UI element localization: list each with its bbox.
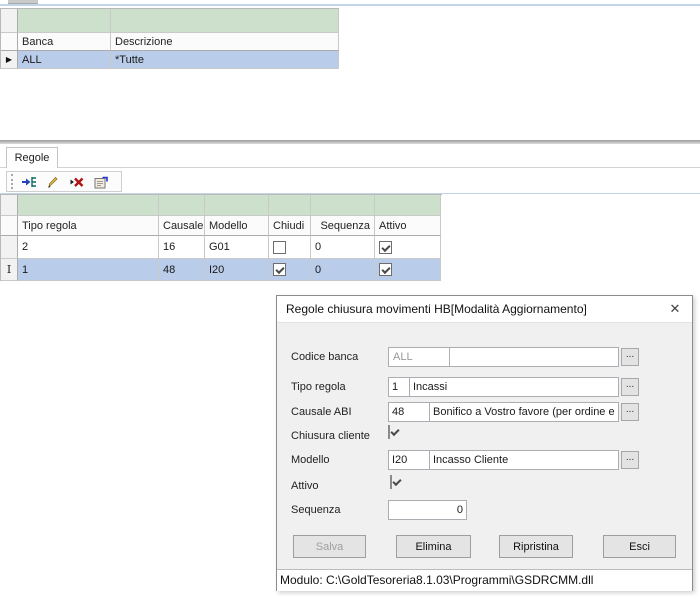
sequenza-label: Sequenza bbox=[291, 504, 341, 516]
row-selector-cell[interactable]: ▶ bbox=[1, 51, 18, 69]
row-selector-cell[interactable]: I bbox=[1, 259, 18, 281]
cell-sequenza[interactable]: 0 bbox=[311, 259, 375, 281]
cell-attivo[interactable] bbox=[375, 236, 441, 259]
column-header-sequenza[interactable]: Sequenza bbox=[311, 216, 375, 236]
attivo-checkbox[interactable] bbox=[379, 241, 392, 254]
cell-modello[interactable]: G01 bbox=[205, 236, 269, 259]
band-cell bbox=[375, 195, 441, 216]
column-header-causale[interactable]: Causale bbox=[159, 216, 205, 236]
modello-code-input[interactable]: I20 bbox=[388, 450, 430, 470]
toolbar bbox=[0, 169, 700, 193]
cell-descrizione[interactable]: *Tutte bbox=[111, 51, 339, 69]
cell-attivo[interactable] bbox=[375, 259, 441, 281]
esci-button[interactable]: Esci bbox=[603, 535, 676, 558]
causale-abi-description: Bonifico a Vostro favore (per ordine e c… bbox=[429, 402, 619, 422]
edit-record-icon[interactable] bbox=[44, 173, 62, 191]
corner-cell bbox=[1, 195, 18, 216]
attivo-label: Attivo bbox=[291, 480, 319, 492]
codice-banca-field[interactable]: ALL bbox=[388, 347, 619, 367]
tipo-regola-code-input[interactable]: 1 bbox=[388, 377, 410, 397]
cell-causale[interactable]: 16 bbox=[159, 236, 205, 259]
attivo-checkbox[interactable] bbox=[379, 263, 392, 276]
toolbar-grip[interactable] bbox=[11, 174, 14, 189]
tab-regole[interactable]: Regole bbox=[6, 147, 58, 168]
banks-grid: Banca Descrizione ▶ ALL *Tutte bbox=[0, 8, 339, 69]
rules-grid-band bbox=[1, 195, 442, 216]
insert-record-icon[interactable] bbox=[20, 173, 38, 191]
tipo-regola-description: Incassi bbox=[409, 377, 619, 397]
causale-abi-code-input[interactable]: 48 bbox=[388, 402, 430, 422]
modello-label: Modello bbox=[291, 454, 330, 466]
band-cell bbox=[205, 195, 269, 216]
panel-top-border bbox=[0, 4, 700, 6]
cell-sequenza[interactable]: 0 bbox=[311, 236, 375, 259]
dialog-status-bar: Modulo: C:\GoldTesoreria8.1.03\Programmi… bbox=[277, 569, 692, 591]
column-header-attivo[interactable]: Attivo bbox=[375, 216, 441, 236]
section-separator bbox=[0, 140, 700, 144]
column-header-modello[interactable]: Modello bbox=[205, 216, 269, 236]
corner-cell bbox=[1, 9, 18, 33]
column-header-descrizione[interactable]: Descrizione bbox=[111, 33, 339, 51]
rules-grid-header-row: Tipo regola Causale Modello Chiudi Seque… bbox=[1, 216, 442, 236]
chiusura-cliente-checkbox[interactable] bbox=[388, 425, 390, 439]
cell-causale[interactable]: 48 bbox=[159, 259, 205, 281]
cell-chiudi[interactable] bbox=[269, 259, 311, 281]
column-header-banca[interactable]: Banca bbox=[18, 33, 111, 51]
tab-strip: Regole bbox=[0, 146, 700, 168]
toolbar-group bbox=[6, 171, 122, 192]
delete-record-icon[interactable] bbox=[68, 173, 86, 191]
codice-banca-label: Codice banca bbox=[291, 351, 358, 363]
column-header-chiudi[interactable]: Chiudi bbox=[269, 216, 311, 236]
sequenza-input[interactable]: 0 bbox=[388, 500, 467, 520]
cell-banca[interactable]: ALL bbox=[18, 51, 111, 69]
banks-grid-band bbox=[1, 9, 339, 33]
cell-modello[interactable]: I20 bbox=[205, 259, 269, 281]
band-cell bbox=[269, 195, 311, 216]
band-cell bbox=[311, 195, 375, 216]
rules-dialog: Regole chiusura movimenti HB[Modalità Ag… bbox=[276, 295, 693, 591]
chiusura-cliente-label: Chiusura cliente bbox=[291, 430, 370, 442]
causale-abi-browse-button[interactable]: ... bbox=[621, 403, 639, 421]
banks-grid-row[interactable]: ▶ ALL *Tutte bbox=[1, 51, 339, 69]
band-cell bbox=[159, 195, 205, 216]
modello-browse-button[interactable]: ... bbox=[621, 451, 639, 469]
dialog-title: Regole chiusura movimenti HB[Modalità Ag… bbox=[277, 302, 587, 316]
column-header-tipo-regola[interactable]: Tipo regola bbox=[18, 216, 159, 236]
chiudi-checkbox[interactable] bbox=[273, 263, 286, 276]
dialog-titlebar[interactable]: Regole chiusura movimenti HB[Modalità Ag… bbox=[277, 296, 692, 323]
band-cell bbox=[18, 9, 111, 33]
tipo-regola-label: Tipo regola bbox=[291, 381, 346, 393]
attivo-checkbox[interactable] bbox=[390, 475, 392, 489]
codice-banca-description[interactable] bbox=[450, 348, 618, 366]
codice-banca-browse-button[interactable]: ... bbox=[621, 348, 639, 366]
close-icon[interactable]: ✕ bbox=[658, 296, 692, 322]
modello-description: Incasso Cliente bbox=[429, 450, 619, 470]
row-selector-cell[interactable] bbox=[1, 236, 18, 259]
current-row-arrow-icon: ▶ bbox=[6, 56, 12, 64]
band-cell bbox=[111, 9, 339, 33]
row-header-cell[interactable] bbox=[1, 33, 18, 51]
edit-mode-ibeam-icon: I bbox=[7, 263, 11, 276]
tipo-regola-browse-button[interactable]: ... bbox=[621, 378, 639, 396]
cell-tipo-regola[interactable]: 2 bbox=[18, 236, 159, 259]
cell-tipo-regola[interactable]: 1 bbox=[18, 259, 159, 281]
record-properties-icon[interactable] bbox=[92, 173, 110, 191]
row-header-cell[interactable] bbox=[1, 216, 18, 236]
rules-grid-row[interactable]: I 1 48 I20 0 bbox=[1, 259, 442, 281]
ripristina-button[interactable]: Ripristina bbox=[499, 535, 573, 558]
salva-button: Salva bbox=[293, 535, 366, 558]
banks-grid-header-row: Banca Descrizione bbox=[1, 33, 339, 51]
rules-grid-row[interactable]: 2 16 G01 0 bbox=[1, 236, 442, 259]
causale-abi-label: Causale ABI bbox=[291, 406, 352, 418]
band-cell bbox=[18, 195, 159, 216]
elimina-button[interactable]: Elimina bbox=[396, 535, 471, 558]
rules-grid: Tipo regola Causale Modello Chiudi Seque… bbox=[0, 194, 442, 281]
cell-chiudi[interactable] bbox=[269, 236, 311, 259]
codice-banca-code[interactable]: ALL bbox=[389, 348, 450, 366]
chiudi-checkbox[interactable] bbox=[273, 241, 286, 254]
